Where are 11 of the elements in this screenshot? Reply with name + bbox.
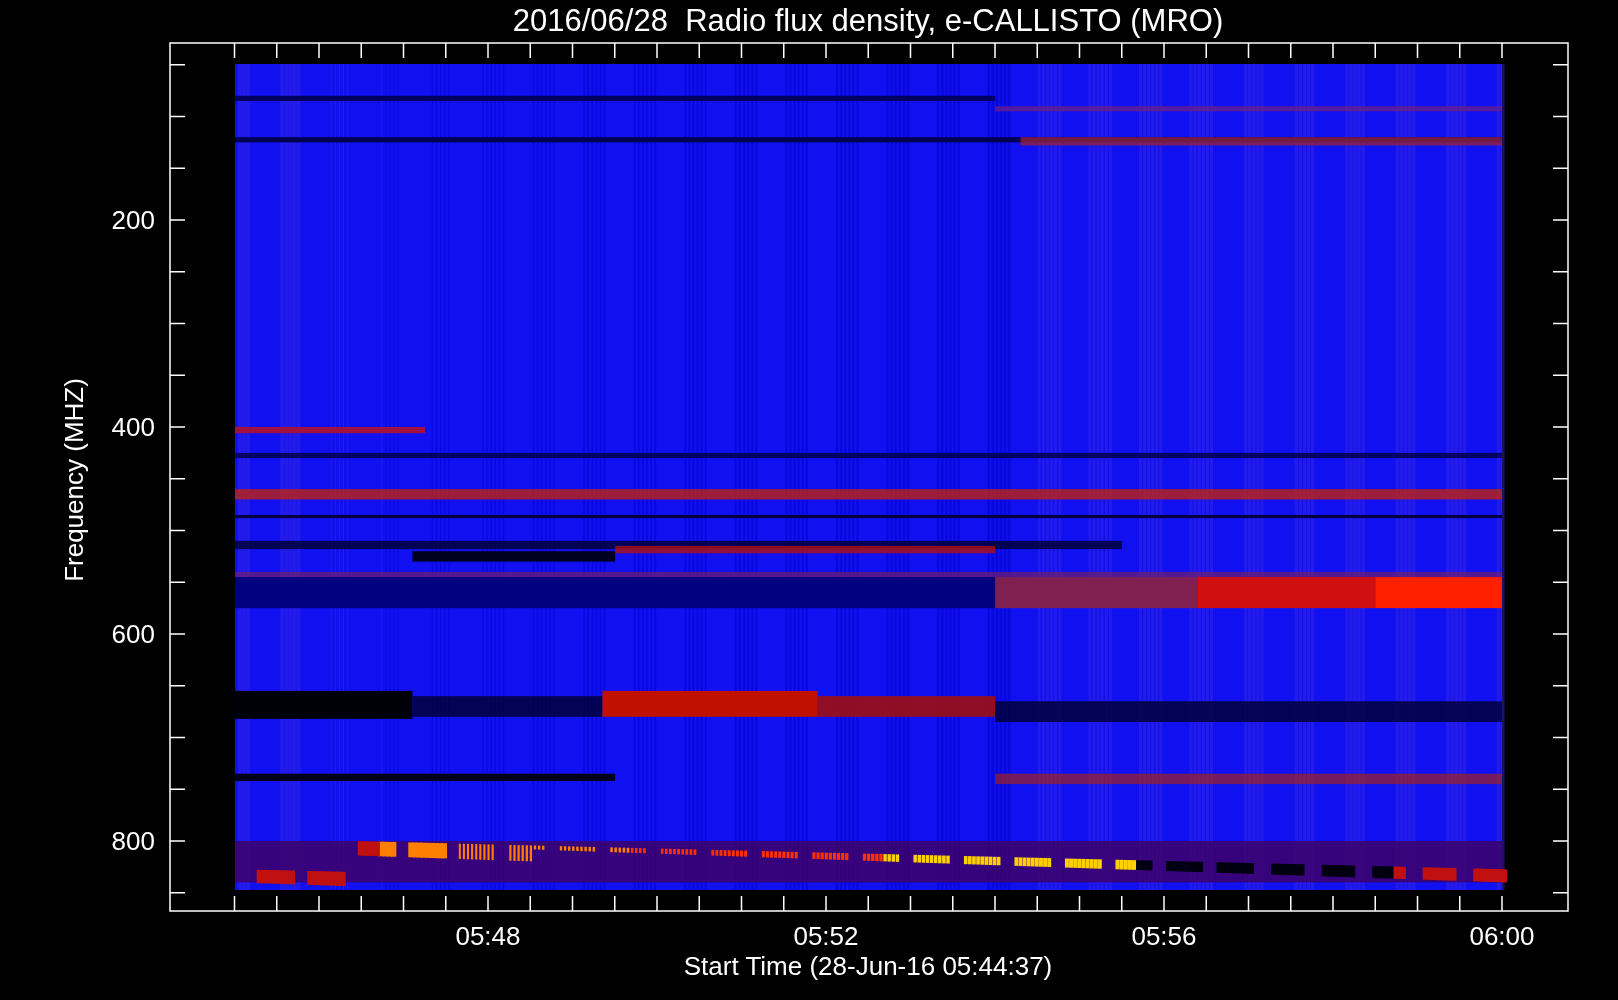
y-tick-label: 800 — [111, 826, 155, 856]
x-tick-label: 05:52 — [793, 921, 859, 951]
y-tick-label: 400 — [111, 412, 155, 442]
y-axis-label: Frequency (MHZ) — [59, 378, 89, 582]
x-tick-label: 05:56 — [1131, 921, 1197, 951]
x-tick-label: 06:00 — [1469, 921, 1535, 951]
y-tick-label: 200 — [111, 205, 155, 235]
y-tick-label: 600 — [111, 619, 155, 649]
x-axis-label: Start Time (28-Jun-16 05:44:37) — [683, 951, 1053, 981]
x-tick-label: 05:48 — [455, 921, 521, 951]
chart-title: 2016/06/28 Radio flux density, e-CALLISTO (MRO) — [512, 3, 1224, 38]
